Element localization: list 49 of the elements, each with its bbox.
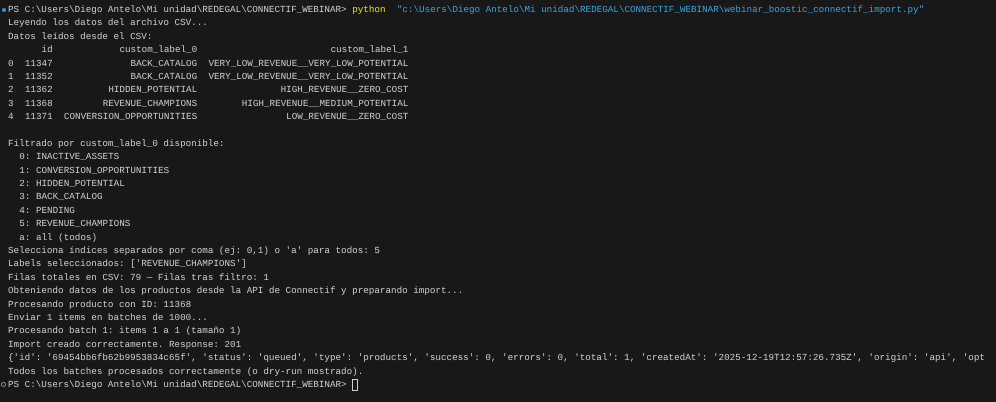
output-line: Procesando batch 1: items 1 a 1 (tamaño 1): [7, 324, 242, 338]
option-line: 5: REVENUE_CHAMPIONS: [18, 217, 130, 231]
output-line: Filas totales en CSV: 79 — Filas tras filtro: 1: [7, 270, 269, 284]
command-text: python: [352, 3, 386, 16]
column-header: id: [40, 43, 53, 57]
column-header: custom_label_0: [118, 43, 198, 57]
prompt-path: PS C:\Users\Diego Antelo\Mi unidad\REDEGAL\CONNECTIF_WEBINAR>: [8, 378, 347, 392]
prompt-path: PS C:\Users\Diego Antelo\Mi unidad\REDEGAL\CONNECTIF_WEBINAR>: [8, 3, 347, 16]
column-header: custom_label_1: [330, 43, 408, 57]
option-line: 0: INACTIVE_ASSETS: [18, 150, 120, 164]
command-decoration-icon[interactable]: [1, 382, 6, 387]
output-line: Import creado correctamente. Response: 201: [7, 338, 242, 352]
output-line: Procesando producto con ID: 11368: [7, 298, 192, 311]
table-cell: 11362: [24, 83, 53, 97]
output-line: Obteniendo datos de los productos desde la API de Connectif y preparando import...: [7, 284, 464, 298]
output-line: {'id': '69454bb6fb62b9953834c65f', 'status': 'queued', 'type': 'products', 'success': 0, 'errors': 0, 'total': 1, 'createdAt': '2025-12-19T12:57:26.735Z', 'origin': 'api', 'opt: [7, 351, 985, 365]
table-cell-text: BACK_CATALOG: [130, 70, 198, 84]
row-index: 0: [8, 56, 14, 70]
row-index: 4: [8, 110, 14, 124]
table-cell-text: REVENUE_CHAMPIONS: [102, 96, 198, 110]
table-cell-text: HIDDEN_POTENTIAL: [107, 83, 198, 97]
output-line: Todos los batches procesados correctamente (o dry-run mostrado).: [7, 364, 364, 378]
option-line: 2: HIDDEN_POTENTIAL: [18, 177, 125, 190]
table-cell: CONVERSION_OPPORTUNITIES: [64, 110, 198, 124]
table-cell: VERY_LOW_REVENUE__VERY_LOW_POTENTIAL: [208, 56, 408, 70]
table-cell-text: HIGH_REVENUE__MEDIUM_POTENTIAL: [240, 96, 408, 110]
table-cell: 11371: [24, 110, 53, 124]
output-line: Filtrado por custom_label_0 disponible:: [7, 136, 224, 150]
option-line: 3: BACK_CATALOG: [18, 190, 103, 204]
output-line: Selecciona índices separados por coma (ej: 0,1) o 'a' para todos: 5: [7, 244, 380, 258]
table-cell-text: BACK_CATALOG: [130, 56, 198, 70]
table-cell-text: LOW_REVENUE__ZERO_COST: [285, 110, 408, 124]
option-line: 1: CONVERSION_OPPORTUNITIES: [18, 164, 170, 178]
table-cell: 11368: [24, 96, 53, 110]
output-line: Enviar 1 items en batches de 1000...: [7, 310, 208, 324]
table-cell-text: HIGH_REVENUE__ZERO_COST: [280, 83, 408, 97]
row-index: 1: [8, 70, 14, 84]
command-decoration-icon[interactable]: [2, 8, 6, 12]
output-line: Labels seleccionados: ['REVENUE_CHAMPIONS']: [7, 257, 247, 271]
table-cell: VERY_LOW_REVENUE__VERY_LOW_POTENTIAL: [208, 70, 408, 84]
option-line: 4: PENDING: [18, 204, 75, 218]
output-line: Leyendo los datos del archivo CSV...: [7, 16, 208, 30]
table-cell: 11347: [24, 56, 53, 70]
output-line: Datos leídos desde el CSV:: [7, 30, 152, 44]
table-cell: 11352: [24, 70, 53, 84]
command-argument: "c:\Users\Diego Antelo\Mi unidad\REDEGAL\CONNECTIF_WEBINAR\webinar_boostic_connectif_import.py": [396, 3, 924, 16]
option-line: a: all (todos): [18, 230, 98, 244]
row-index: 2: [8, 83, 14, 97]
row-index: 3: [8, 96, 14, 110]
